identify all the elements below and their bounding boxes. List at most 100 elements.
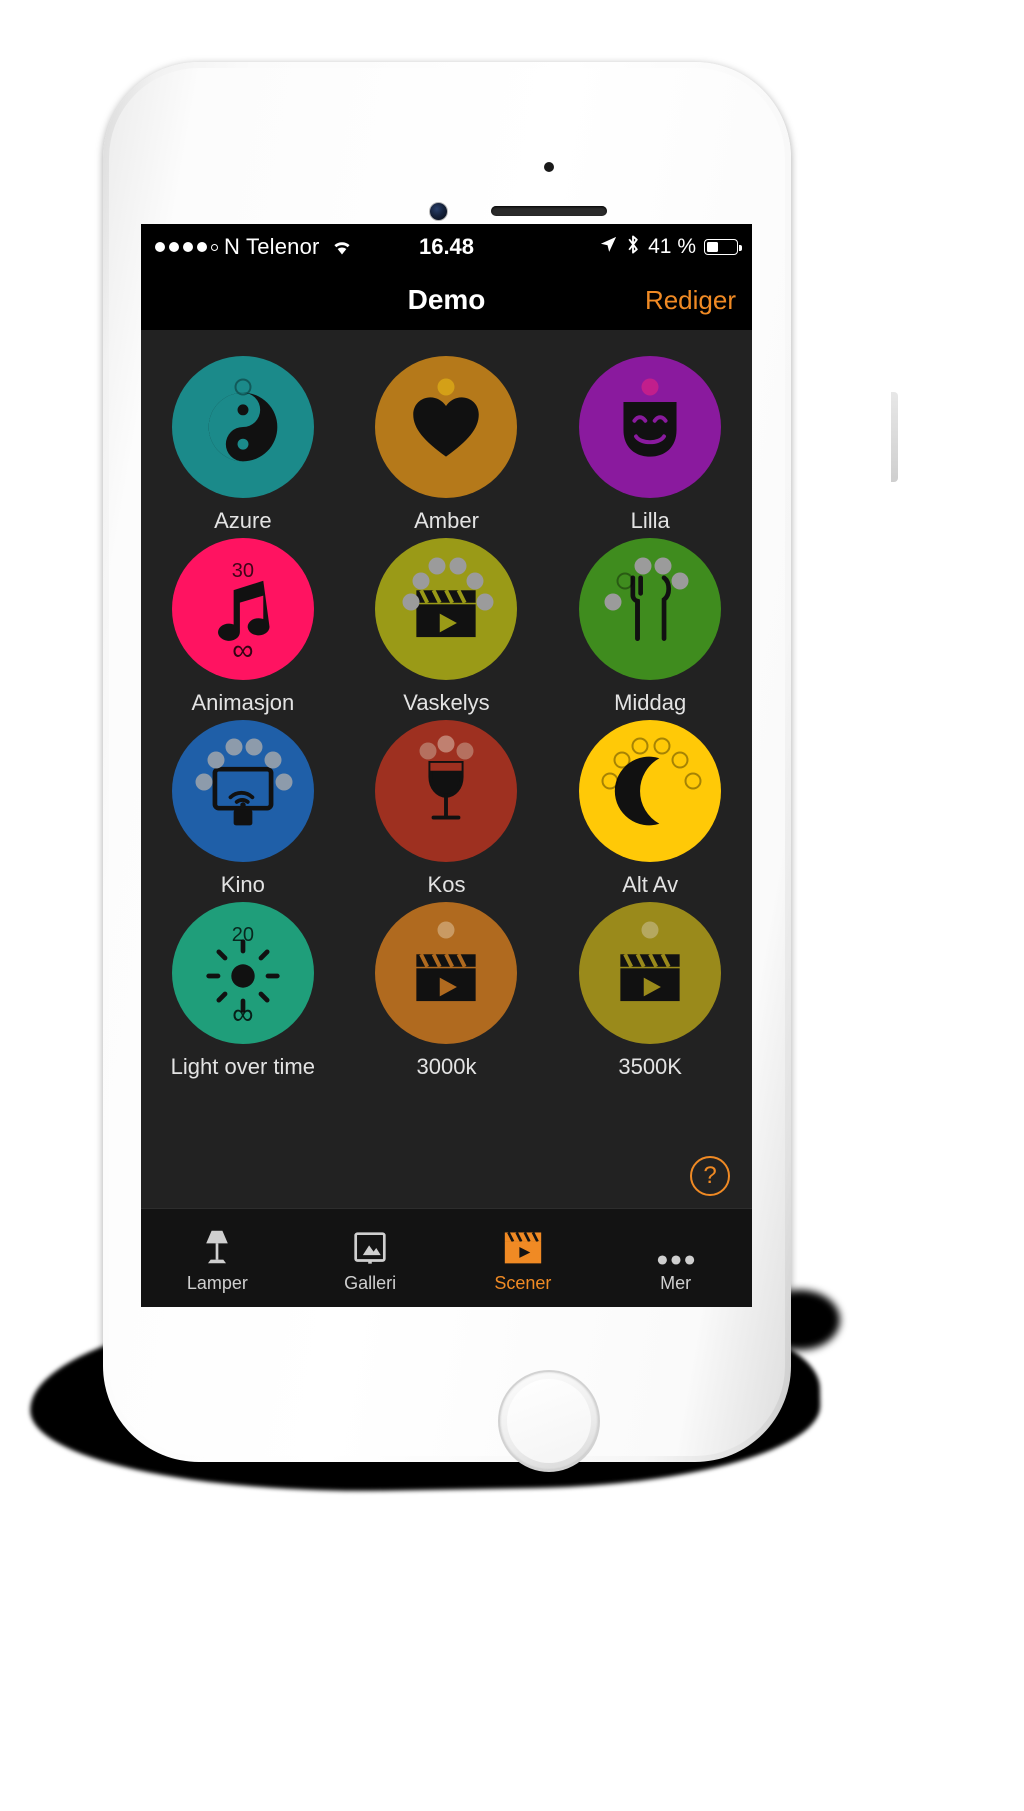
signal-strength-icon	[155, 242, 218, 252]
help-button[interactable]: ?	[690, 1156, 730, 1196]
bulb-indicator-group	[579, 356, 721, 498]
bulb-indicator-icon	[476, 593, 494, 611]
bulb-indicator-icon	[437, 921, 455, 939]
bulb-indicator-icon	[419, 742, 437, 760]
proximity-sensor-icon	[544, 162, 554, 172]
bulb-indicator-icon	[437, 378, 455, 396]
scene-label: Azure	[214, 508, 272, 533]
bulb-indicator-icon	[601, 772, 619, 790]
bulb-indicator-icon	[225, 738, 243, 756]
scene-button[interactable]	[579, 538, 722, 680]
scene-cell: Lilla	[548, 356, 752, 534]
tab-galleri[interactable]: Galleri	[294, 1209, 447, 1307]
scene-duration-label: 20	[231, 924, 254, 946]
scene-grid: Azure Amber Lilla 30 ∞ Animasjon Vaskelys Mi…	[141, 356, 752, 1080]
status-bar-right: 41 %	[599, 234, 742, 261]
battery-icon	[704, 239, 742, 255]
scene-button[interactable]	[579, 902, 722, 1044]
scene-cell: 20 ∞ Light over time	[141, 902, 345, 1080]
scene-button[interactable]	[375, 538, 518, 680]
ellipsis-icon	[656, 1223, 696, 1267]
tab-lamper[interactable]: Lamper	[141, 1209, 294, 1307]
status-bar: N Telenor 16.48 41 %	[141, 224, 752, 270]
power-button[interactable]	[891, 392, 898, 482]
home-button[interactable]	[498, 1370, 600, 1472]
bulb-indicator-icon	[412, 572, 430, 590]
scene-button[interactable]	[579, 720, 722, 862]
bulb-indicator-icon	[631, 737, 649, 755]
scene-cell: Vaskelys	[345, 538, 549, 716]
scene-label: Kino	[220, 872, 265, 897]
bulb-indicator-icon	[195, 773, 213, 791]
bulb-indicator-group	[375, 720, 517, 862]
scene-cell: Kino	[141, 720, 345, 898]
scene-label: 3500K	[618, 1054, 682, 1079]
scene-cell: 30 ∞ Animasjon	[141, 538, 345, 716]
scene-button[interactable]	[171, 356, 314, 498]
edit-button[interactable]: Rediger	[645, 285, 736, 316]
page-title: Demo	[407, 284, 486, 315]
bulb-indicator-icon	[428, 557, 446, 575]
bulb-indicator-icon	[684, 772, 702, 790]
tab-label: Mer	[660, 1272, 692, 1293]
scene-cell: 3500K	[548, 902, 752, 1080]
bulb-indicator-icon	[641, 921, 659, 939]
scene-button[interactable]	[375, 902, 518, 1044]
bulb-indicator-icon	[671, 751, 689, 769]
tab-scener[interactable]: Scener	[447, 1209, 600, 1307]
scene-label: 3000k	[416, 1054, 477, 1079]
bulb-indicator-icon	[264, 751, 282, 769]
bulb-indicator-group	[375, 902, 517, 1044]
bulb-indicator-icon	[613, 751, 631, 769]
clapperboard-icon	[503, 1223, 543, 1267]
scene-cell: Amber	[345, 356, 549, 534]
status-bar-left: N Telenor	[155, 234, 354, 260]
bulb-indicator-icon	[207, 751, 225, 769]
scene-button[interactable]	[579, 356, 722, 498]
navigation-bar: Demo Rediger	[141, 270, 752, 330]
scene-button[interactable]	[375, 356, 518, 498]
bulb-indicator-icon	[641, 378, 659, 396]
scene-button[interactable]: 30 ∞	[171, 538, 314, 680]
bulb-indicator-group	[172, 720, 314, 862]
tab-label: Scener	[494, 1272, 552, 1293]
bulb-indicator-icon	[634, 557, 652, 575]
bulb-indicator-group	[172, 356, 314, 498]
bulb-indicator-icon	[654, 557, 672, 575]
phone-screen: N Telenor 16.48 41 % Demo Rediger Azure …	[141, 224, 752, 1307]
picture-frame-icon	[353, 1223, 387, 1267]
bulb-indicator-icon	[437, 735, 455, 753]
scene-label: Animasjon	[191, 690, 295, 715]
loop-infinity-icon: ∞	[232, 998, 254, 1031]
tab-bar: Lamper Galleri Scener Mer	[141, 1208, 752, 1307]
scene-button[interactable]	[171, 720, 314, 862]
scene-label: Light over time	[170, 1054, 315, 1079]
bulb-indicator-icon	[245, 738, 263, 756]
scene-label: Amber	[414, 508, 479, 533]
bulb-indicator-icon	[653, 737, 671, 755]
location-arrow-icon	[599, 235, 618, 260]
bulb-indicator-icon	[616, 572, 634, 590]
scene-button[interactable]	[375, 720, 518, 862]
lamp-icon	[199, 1223, 235, 1267]
tab-mer[interactable]: Mer	[599, 1209, 752, 1307]
bluetooth-icon	[626, 234, 640, 261]
bulb-indicator-icon	[671, 572, 689, 590]
tab-label: Galleri	[344, 1272, 397, 1293]
bulb-indicator-icon	[449, 557, 467, 575]
scene-grid-area: Azure Amber Lilla 30 ∞ Animasjon Vaskelys Mi…	[141, 330, 752, 1208]
scene-cell: Kos	[345, 720, 549, 898]
scene-label: Lilla	[630, 508, 670, 533]
bulb-indicator-icon	[402, 593, 420, 611]
scene-label: Middag	[614, 690, 687, 715]
battery-percent-label: 41 %	[648, 235, 696, 258]
scene-button[interactable]: 20 ∞	[171, 902, 314, 1044]
bulb-indicator-icon	[234, 378, 252, 396]
bulb-indicator-icon	[456, 742, 474, 760]
bulb-indicator-icon	[466, 572, 484, 590]
scene-cell: Azure	[141, 356, 345, 534]
bulb-indicator-icon	[604, 593, 622, 611]
bulb-indicator-group	[375, 538, 517, 680]
earpiece-speaker	[491, 206, 607, 216]
carrier-label: N Telenor	[224, 234, 320, 259]
